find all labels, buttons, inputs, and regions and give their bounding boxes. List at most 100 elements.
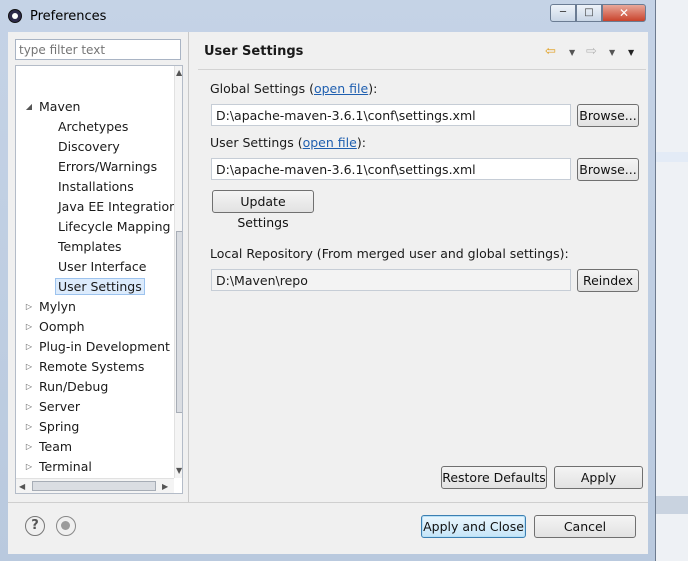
tree-item[interactable]: Java EE Integration bbox=[58, 197, 177, 217]
tree-item-label: Archetypes bbox=[58, 119, 129, 134]
tree-item-label: Run/Debug bbox=[39, 379, 109, 394]
collapsed-arrow-icon[interactable]: ▷ bbox=[25, 397, 33, 417]
help-icon[interactable]: ? bbox=[25, 516, 45, 536]
tree-item[interactable]: Templates bbox=[58, 237, 122, 257]
page-title: User Settings bbox=[204, 44, 304, 59]
minimize-button[interactable]: ─ bbox=[550, 4, 576, 22]
tree-item[interactable]: ▷ Run/Debug bbox=[26, 377, 109, 397]
update-settings-button[interactable]: Update Settings bbox=[212, 190, 314, 230]
user-settings-label: User Settings (open file): bbox=[210, 135, 366, 150]
user-settings-label-text: User Settings ( bbox=[210, 135, 303, 150]
apply-button[interactable]: Apply bbox=[554, 466, 643, 489]
tree-item-label: Lifecycle Mapping bbox=[58, 219, 171, 234]
background-window bbox=[656, 0, 688, 561]
global-settings-label-text: Global Settings ( bbox=[210, 81, 314, 96]
tree-item[interactable]: ▷ Plug-in Development bbox=[26, 337, 170, 357]
reindex-button[interactable]: Reindex bbox=[577, 269, 639, 292]
tree-item[interactable]: ▷ Mylyn bbox=[26, 297, 76, 317]
tree-item-label: Remote Systems bbox=[39, 359, 145, 374]
tree-item-label: Spring bbox=[39, 419, 80, 434]
tree-item[interactable]: Errors/Warnings bbox=[58, 157, 157, 177]
local-repository-label: Local Repository (From merged user and g… bbox=[210, 246, 569, 261]
collapsed-arrow-icon[interactable]: ▷ bbox=[25, 417, 33, 437]
preferences-window: Preferences ─ □ ✕ ◢ Maven Archetypes Discov… bbox=[0, 0, 656, 561]
global-browse-button[interactable]: Browse... bbox=[577, 104, 639, 127]
tree-item-label: Installations bbox=[58, 179, 134, 194]
scroll-down-icon[interactable]: ▼ bbox=[176, 466, 182, 475]
global-settings-label-tail: ): bbox=[368, 81, 378, 96]
tree-item-label: Maven bbox=[39, 99, 81, 114]
tree-item-label: Java EE Integration bbox=[58, 199, 178, 214]
collapsed-arrow-icon[interactable]: ▷ bbox=[25, 317, 33, 337]
tree-item[interactable]: Installations bbox=[58, 177, 134, 197]
tree-item-label: Server bbox=[39, 399, 80, 414]
pane-separator[interactable] bbox=[188, 32, 189, 502]
tree-item-label: Templates bbox=[58, 239, 122, 254]
global-open-file-link[interactable]: open file bbox=[314, 81, 368, 96]
scroll-left-icon[interactable]: ◀ bbox=[19, 482, 25, 491]
collapsed-arrow-icon[interactable]: ▷ bbox=[25, 297, 33, 317]
expanded-arrow-icon[interactable]: ◢ bbox=[25, 97, 33, 117]
global-settings-field[interactable]: D:\apache-maven-3.6.1\conf\settings.xml bbox=[211, 104, 571, 126]
tree-horizontal-scroll-thumb[interactable] bbox=[32, 481, 156, 491]
tree-item[interactable]: User Interface bbox=[58, 257, 146, 277]
record-icon[interactable] bbox=[56, 516, 76, 536]
tree-item-label: Discovery bbox=[58, 139, 120, 154]
view-menu-icon[interactable]: ▼ bbox=[628, 48, 634, 57]
forward-history-dropdown-icon[interactable]: ▼ bbox=[609, 48, 615, 57]
eclipse-icon bbox=[8, 9, 22, 23]
tree-item-label: Terminal bbox=[39, 459, 92, 474]
tree-item[interactable]: ◢ Maven bbox=[26, 97, 81, 117]
tree-item-label: Oomph bbox=[39, 319, 85, 334]
collapsed-arrow-icon[interactable]: ▷ bbox=[25, 357, 33, 377]
header-divider bbox=[198, 69, 646, 70]
collapsed-arrow-icon[interactable]: ▷ bbox=[25, 377, 33, 397]
tree-vertical-scrollbar[interactable]: ▲ ▼ bbox=[174, 66, 182, 478]
back-arrow-icon[interactable]: ⇦ bbox=[545, 44, 556, 59]
tree-item-label: Team bbox=[39, 439, 73, 454]
window-title: Preferences bbox=[30, 9, 107, 24]
title-bar[interactable]: Preferences ─ □ ✕ bbox=[0, 0, 656, 32]
collapsed-arrow-icon[interactable]: ▷ bbox=[25, 457, 33, 477]
tree-item[interactable]: Archetypes bbox=[58, 117, 128, 137]
background-highlight bbox=[656, 152, 688, 162]
tree-item[interactable]: User Settings bbox=[55, 277, 145, 297]
user-settings-label-tail: ): bbox=[356, 135, 366, 150]
tree-item[interactable]: ▷ Spring bbox=[26, 417, 80, 437]
scroll-right-icon[interactable]: ▶ bbox=[162, 482, 168, 491]
global-settings-label: Global Settings (open file): bbox=[210, 81, 377, 96]
collapsed-arrow-icon[interactable]: ▷ bbox=[25, 337, 33, 357]
tree-item[interactable]: Discovery bbox=[58, 137, 120, 157]
forward-arrow-icon[interactable]: ⇨ bbox=[586, 44, 597, 59]
filter-input[interactable] bbox=[15, 39, 181, 60]
user-settings-field[interactable]: D:\apache-maven-3.6.1\conf\settings.xml bbox=[211, 158, 571, 180]
tree-vertical-scroll-thumb[interactable] bbox=[176, 231, 182, 413]
scroll-up-icon[interactable]: ▲ bbox=[176, 68, 182, 77]
tree-horizontal-scrollbar[interactable]: ◀ ▶ bbox=[16, 478, 174, 493]
tree-item[interactable]: Lifecycle Mapping bbox=[58, 217, 170, 237]
preference-tree: ◢ Maven Archetypes Discovery Errors/Warnings… bbox=[15, 65, 183, 494]
maximize-button[interactable]: □ bbox=[576, 4, 602, 22]
local-repository-field: D:\Maven\repo bbox=[211, 269, 571, 291]
tree-item-label: User Interface bbox=[58, 259, 147, 274]
background-bar bbox=[656, 496, 688, 514]
back-history-dropdown-icon[interactable]: ▼ bbox=[569, 48, 575, 57]
cancel-button[interactable]: Cancel bbox=[534, 515, 636, 538]
tree-item-label: User Settings bbox=[55, 278, 145, 295]
close-button[interactable]: ✕ bbox=[602, 4, 646, 22]
user-browse-button[interactable]: Browse... bbox=[577, 158, 639, 181]
restore-defaults-button[interactable]: Restore Defaults bbox=[441, 466, 547, 489]
dialog-body: ◢ Maven Archetypes Discovery Errors/Warnings… bbox=[8, 32, 648, 554]
tree-item[interactable]: ▷ Remote Systems bbox=[26, 357, 145, 377]
tree-item[interactable]: ▷ Server bbox=[26, 397, 80, 417]
user-open-file-link[interactable]: open file bbox=[303, 135, 357, 150]
apply-and-close-button[interactable]: Apply and Close bbox=[421, 515, 526, 538]
tree-item-label: Errors/Warnings bbox=[58, 159, 158, 174]
tree-item[interactable]: ▷ Oomph bbox=[26, 317, 85, 337]
tree-item[interactable]: ▷ Team bbox=[26, 437, 73, 457]
tree-item-label: Mylyn bbox=[39, 299, 76, 314]
collapsed-arrow-icon[interactable]: ▷ bbox=[25, 437, 33, 457]
tree-item[interactable]: ▷ Terminal bbox=[26, 457, 92, 477]
tree-item-label: Plug-in Development bbox=[39, 339, 170, 354]
footer-divider bbox=[8, 502, 648, 503]
